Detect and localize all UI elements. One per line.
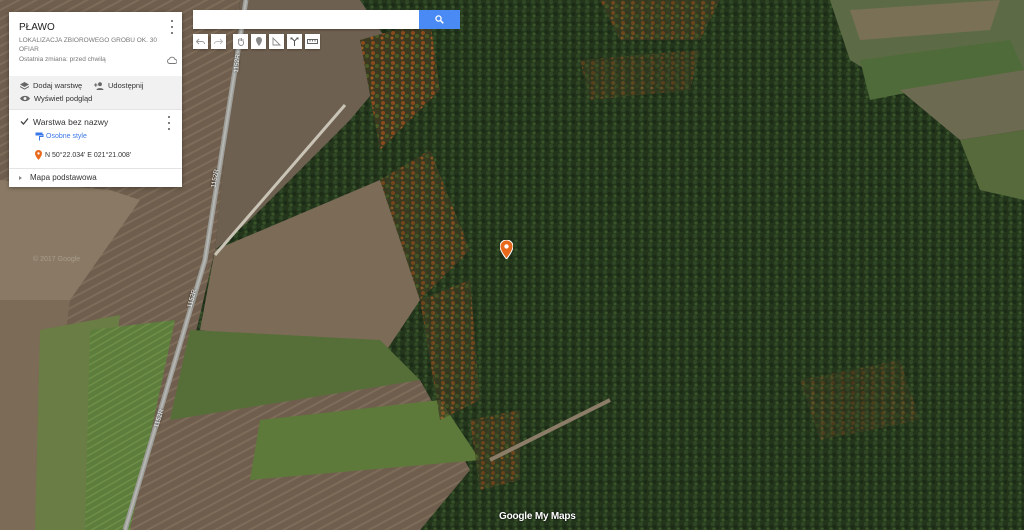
map-description[interactable]: LOKALIZACJA ZBIOROWEGO GROBU OK. 30 OFIA… (19, 36, 159, 54)
share-label: Udostępnij (108, 81, 144, 90)
search-icon (435, 15, 444, 24)
place-marker-icon (35, 150, 42, 160)
select-hand-button[interactable] (233, 34, 248, 49)
add-person-icon (94, 81, 104, 90)
share-button[interactable]: Udostępnij (94, 81, 143, 90)
redo-icon (214, 38, 223, 45)
add-layer-label: Dodaj warstwę (33, 81, 83, 90)
cloud-saved-icon (167, 56, 177, 64)
undo-button[interactable] (193, 34, 208, 49)
hand-icon (237, 38, 244, 46)
divider (9, 109, 182, 110)
add-marker-button[interactable] (251, 34, 266, 49)
map-watermark: © 2017 Google (33, 256, 81, 263)
preview-label: Wyświetl podgląd (34, 94, 93, 103)
measure-button[interactable] (305, 34, 320, 49)
map-title[interactable]: PŁAWO (19, 22, 55, 33)
search-input[interactable] (193, 10, 419, 29)
line-icon (272, 37, 281, 46)
last-change-text: Ostatnia zmiana: przed chwilą (19, 56, 106, 63)
add-directions-button[interactable] (287, 34, 302, 49)
search-button[interactable] (419, 10, 460, 29)
individual-styles-link[interactable]: Osobne style (35, 132, 87, 141)
layer-item-coordinates[interactable]: N 50°22.034' E 021°21.008' (35, 150, 131, 160)
marker-icon (255, 37, 262, 46)
paint-roller-icon (35, 132, 44, 141)
location-marker-icon[interactable] (500, 240, 513, 259)
google-my-maps-logo: Google My Maps (499, 511, 576, 522)
base-map-toggle[interactable]: Mapa podstawowa (19, 173, 97, 182)
ruler-icon (307, 39, 318, 44)
map-toolbar (193, 34, 320, 49)
map-legend-panel: PŁAWO LOKALIZACJA ZBIOROWEGO GROBU OK. 3… (9, 12, 182, 187)
expand-arrow-icon (19, 175, 22, 180)
layer-name[interactable]: Warstwa bez nazwy (33, 117, 108, 127)
add-layer-button[interactable]: Dodaj warstwę (20, 81, 82, 90)
base-map-label: Mapa podstawowa (30, 173, 97, 182)
eye-icon (20, 95, 30, 102)
draw-line-button[interactable] (269, 34, 284, 49)
redo-button[interactable] (211, 34, 226, 49)
undo-icon (196, 38, 205, 45)
coordinates-label: N 50°22.034' E 021°21.008' (45, 151, 132, 159)
divider (9, 168, 182, 169)
preview-button[interactable]: Wyświetl podgląd (20, 94, 92, 103)
layers-icon (20, 81, 29, 90)
layer-visibility-checkbox[interactable] (20, 117, 29, 126)
panel-actions: Dodaj warstwę Udostępnij Wyświetl podglą… (9, 76, 182, 109)
map-options-kebab-icon[interactable] (170, 20, 174, 34)
individual-styles-label: Osobne style (46, 133, 87, 140)
route-icon (290, 37, 299, 46)
layer-options-kebab-icon[interactable] (167, 116, 171, 130)
